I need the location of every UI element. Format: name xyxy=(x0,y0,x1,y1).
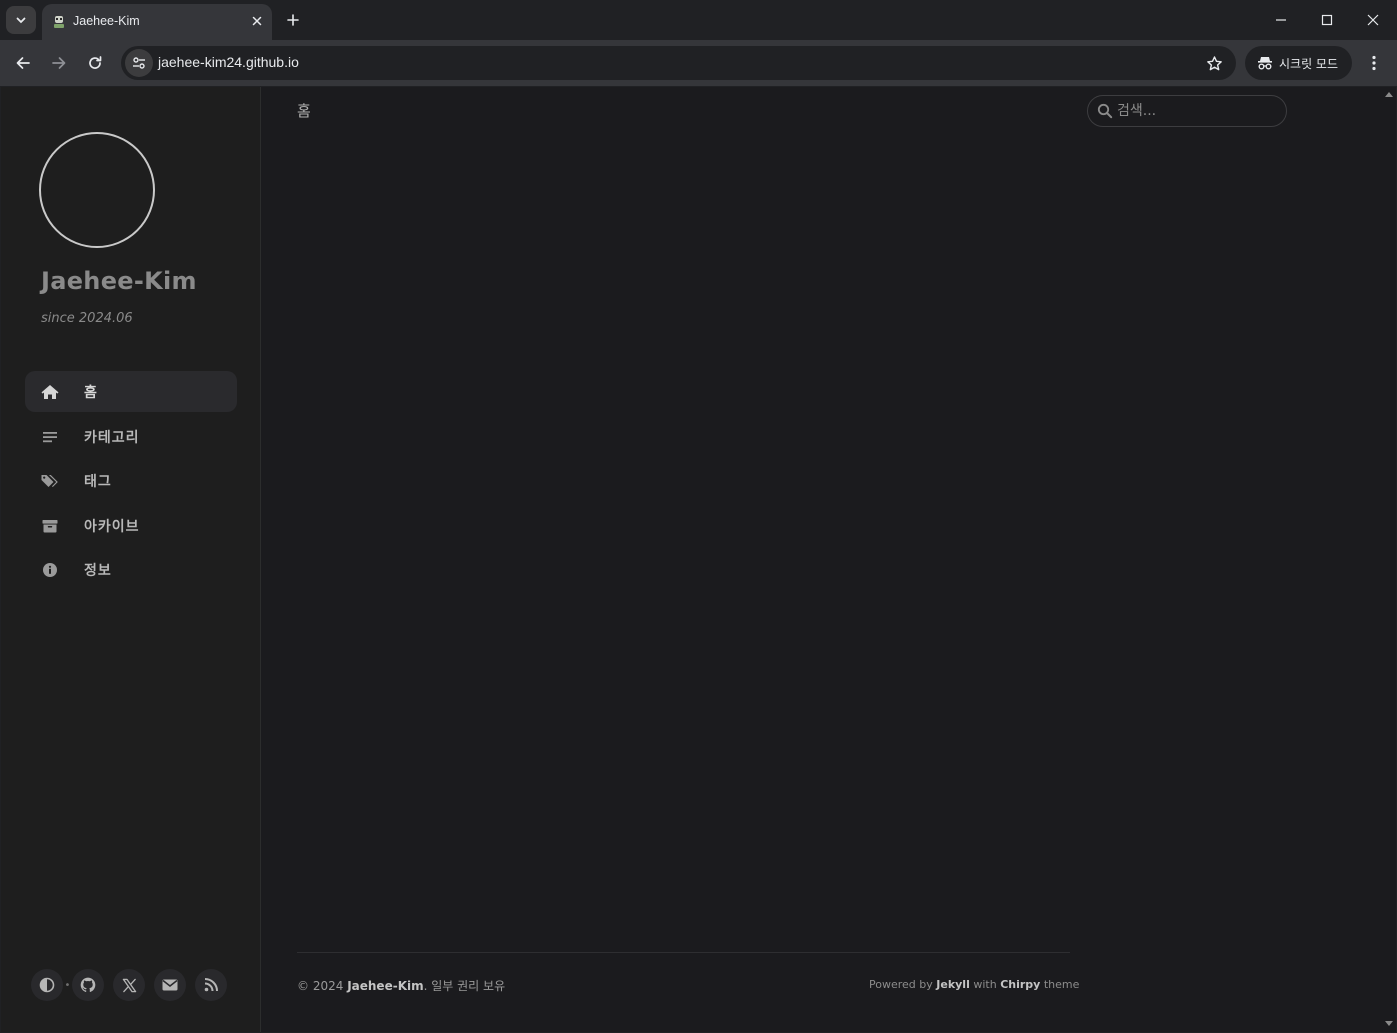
sidebar-item-tags[interactable]: 태그 xyxy=(25,460,237,501)
active-tab[interactable]: Jaehee-Kim xyxy=(42,4,272,40)
tab-strip: Jaehee-Kim xyxy=(0,0,1397,40)
sidebar-item-label: 정보 xyxy=(84,563,112,579)
x-twitter-icon xyxy=(122,978,136,992)
sidebar-item-about[interactable]: 정보 xyxy=(25,549,237,590)
address-bar[interactable]: jaehee-kim24.github.io xyxy=(121,46,1236,80)
scroll-down-arrow[interactable] xyxy=(1385,1021,1393,1026)
sidebar-item-categories[interactable]: 카테고리 xyxy=(25,416,237,457)
separator-dot: • xyxy=(64,979,71,991)
home-icon xyxy=(41,383,59,401)
search-box[interactable] xyxy=(1087,95,1287,127)
page-viewport: Jaehee-Kim since 2024.06 홈 카테고리 태그 아카이브 … xyxy=(1,87,1396,1032)
maximize-button[interactable] xyxy=(1304,0,1350,40)
close-icon xyxy=(1367,14,1379,26)
more-vertical-icon xyxy=(1372,55,1376,71)
sidebar-item-home[interactable]: 홈 xyxy=(25,371,237,412)
github-link[interactable] xyxy=(72,969,104,1001)
list-icon xyxy=(41,428,59,446)
incognito-icon xyxy=(1258,57,1272,70)
url-text[interactable]: jaehee-kim24.github.io xyxy=(158,54,299,70)
site-title[interactable]: Jaehee-Kim xyxy=(41,267,197,295)
arrow-right-icon xyxy=(52,57,66,69)
with-text: with xyxy=(973,978,997,991)
breadcrumb: 홈 xyxy=(297,102,311,120)
incognito-label: 시크릿 모드 xyxy=(1279,56,1339,71)
site-info-button[interactable] xyxy=(125,49,153,77)
close-icon xyxy=(252,16,262,26)
avatar[interactable] xyxy=(39,132,155,248)
scroll-up-arrow[interactable] xyxy=(1385,92,1393,97)
theme-text: theme xyxy=(1043,978,1080,991)
jekyll-link[interactable]: Jekyll xyxy=(936,978,970,991)
github-icon xyxy=(80,977,96,993)
theme-toggle-icon xyxy=(39,977,55,993)
sidebar-item-label: 아카이브 xyxy=(84,518,140,535)
footer-copyright: © 2024 Jaehee-Kim. 일부 권리 보유 xyxy=(297,977,505,994)
reload-button[interactable] xyxy=(81,49,109,77)
copyright-prefix: © 2024 xyxy=(297,979,344,993)
plus-icon xyxy=(287,14,299,26)
theme-toggle-button[interactable] xyxy=(31,969,63,1001)
footer-divider xyxy=(297,952,1070,953)
site-subtitle: since 2024.06 xyxy=(41,311,133,326)
sidebar: Jaehee-Kim since 2024.06 홈 카테고리 태그 아카이브 … xyxy=(1,87,261,1032)
new-tab-button[interactable] xyxy=(281,8,305,32)
browser-menu-button[interactable] xyxy=(1362,49,1386,77)
rss-icon xyxy=(204,978,218,992)
star-icon xyxy=(1206,55,1222,70)
rights-text: . 일부 권리 보유 xyxy=(423,979,506,993)
forward-button[interactable] xyxy=(45,49,73,77)
sidebar-bottom-links: • xyxy=(31,969,227,1001)
vertical-scrollbar[interactable] xyxy=(1381,87,1396,1032)
browser-window: Jaehee-Kim jaehee-kim24.github.io 시크릿 모드… xyxy=(0,0,1397,1033)
favicon-icon xyxy=(54,16,64,28)
window-close-button[interactable] xyxy=(1350,0,1396,40)
chevron-down-icon xyxy=(16,17,26,24)
email-link[interactable] xyxy=(154,969,186,1001)
browser-toolbar: jaehee-kim24.github.io 시크릿 모드 xyxy=(0,40,1397,86)
tags-icon xyxy=(41,472,59,490)
archive-icon xyxy=(41,517,59,535)
sidebar-nav: 홈 카테고리 태그 아카이브 정보 xyxy=(25,371,237,594)
footer-powered-by: Powered by Jekyll with Chirpy theme xyxy=(869,978,1079,991)
reload-icon xyxy=(89,56,102,69)
info-icon xyxy=(41,561,59,579)
sidebar-item-label: 태그 xyxy=(84,474,112,490)
x-twitter-link[interactable] xyxy=(113,969,145,1001)
tab-search-button[interactable] xyxy=(6,6,36,34)
sidebar-item-label: 홈 xyxy=(84,385,98,401)
incognito-indicator[interactable]: 시크릿 모드 xyxy=(1245,46,1352,80)
email-icon xyxy=(162,979,178,991)
maximize-icon xyxy=(1321,14,1333,26)
minimize-button[interactable] xyxy=(1258,0,1304,40)
back-button[interactable] xyxy=(9,49,37,77)
tab-close-button[interactable] xyxy=(248,12,266,30)
chirpy-link[interactable]: Chirpy xyxy=(1000,978,1040,991)
arrow-left-icon xyxy=(16,57,30,69)
bookmark-button[interactable] xyxy=(1204,53,1224,73)
footer-owner-link[interactable]: Jaehee-Kim xyxy=(347,979,423,993)
minimize-icon xyxy=(1276,19,1286,21)
tune-icon xyxy=(133,57,145,69)
search-icon xyxy=(1097,103,1113,119)
rss-link[interactable] xyxy=(195,969,227,1001)
search-input[interactable] xyxy=(1117,101,1277,121)
tab-title: Jaehee-Kim xyxy=(73,14,140,28)
powered-by-text: Powered by xyxy=(869,978,933,991)
sidebar-item-label: 카테고리 xyxy=(84,429,140,446)
sidebar-item-archive[interactable]: 아카이브 xyxy=(25,505,237,546)
